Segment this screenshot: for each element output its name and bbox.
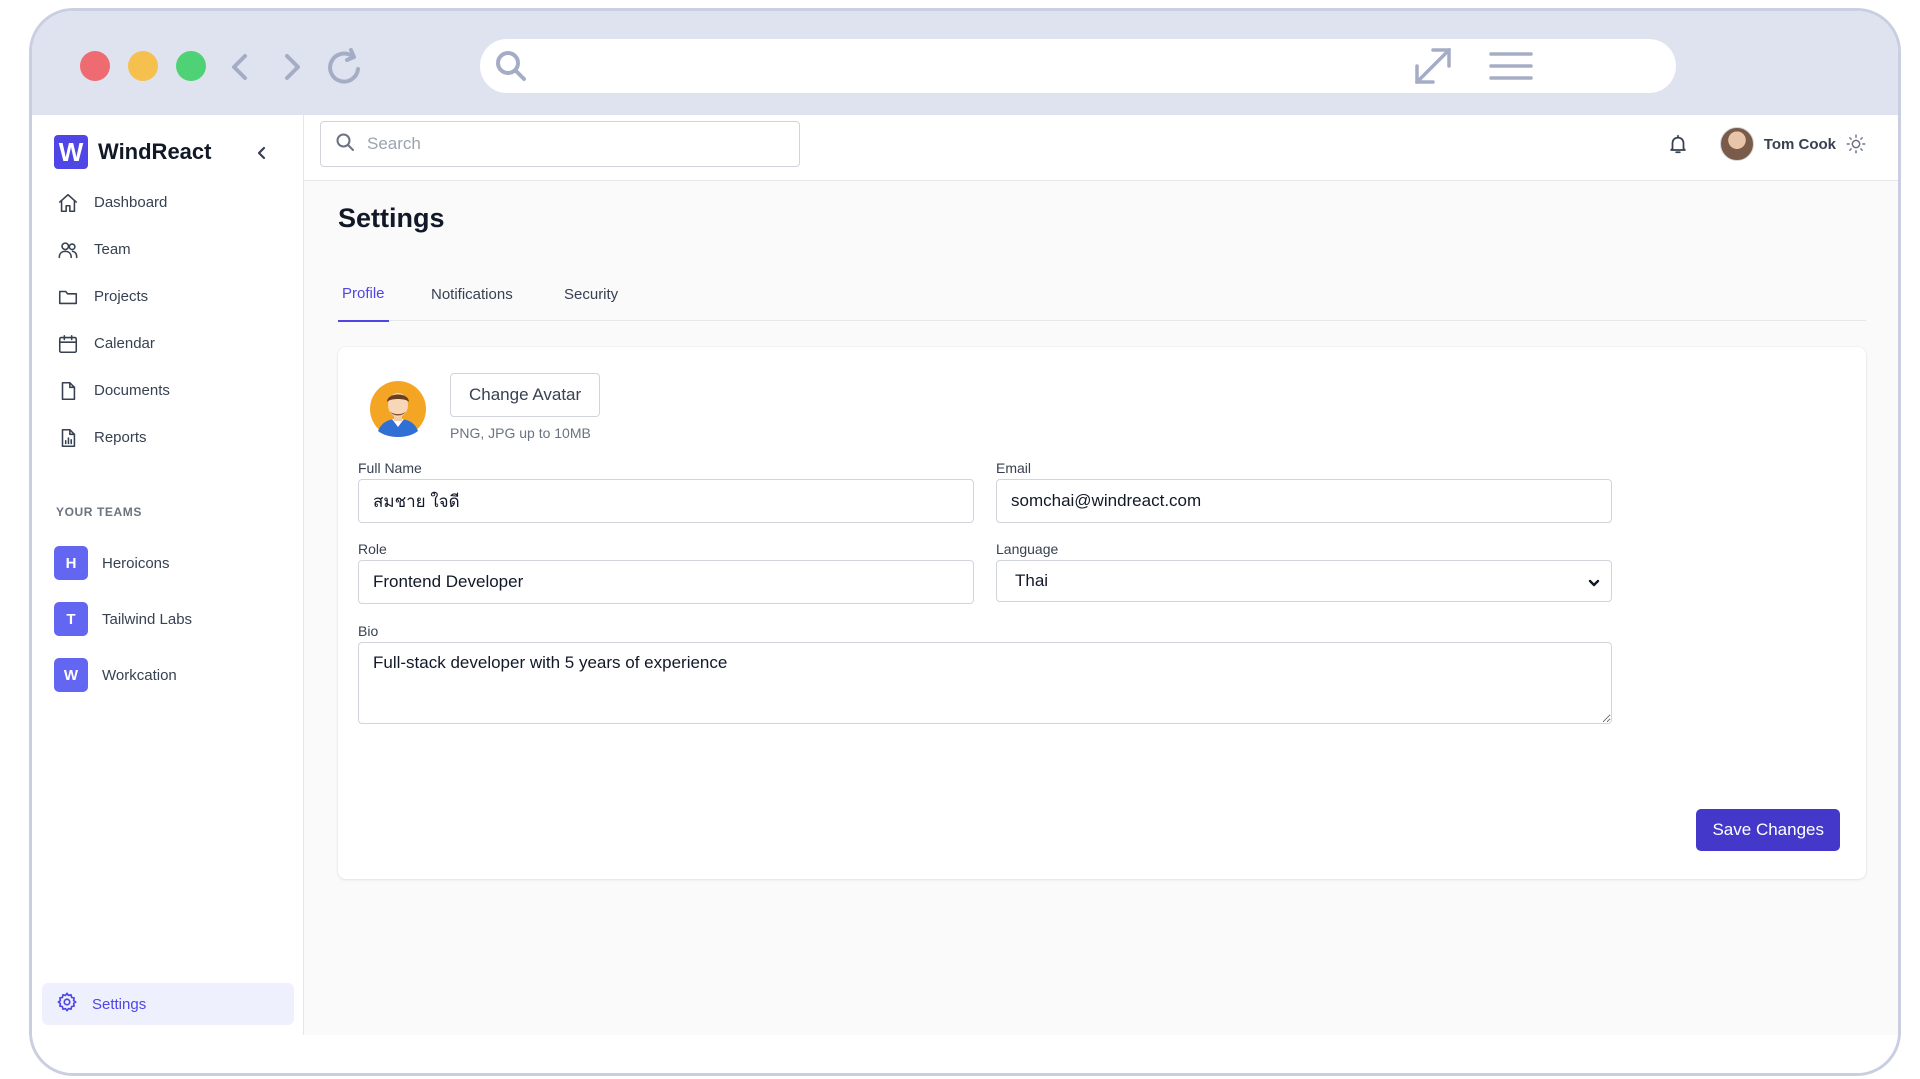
- teams-list: H Heroicons T Tailwind Labs W Workcation: [54, 535, 192, 703]
- back-button[interactable]: [218, 45, 262, 89]
- users-icon: [56, 238, 80, 262]
- folder-icon: [56, 285, 80, 309]
- tab-security[interactable]: Security: [564, 267, 618, 321]
- search-icon: [335, 132, 355, 157]
- reload-button[interactable]: [324, 45, 368, 89]
- team-item-tailwind-labs[interactable]: T Tailwind Labs: [54, 591, 192, 647]
- sidebar-item-label: Reports: [94, 429, 147, 446]
- sidebar-item-reports[interactable]: Reports: [48, 414, 288, 461]
- chevron-left-icon: [232, 54, 247, 80]
- full-name-label: Full Name: [358, 460, 422, 476]
- sidebar-item-projects[interactable]: Projects: [48, 273, 288, 320]
- teams-heading: YOUR TEAMS: [56, 505, 143, 519]
- sidebar-item-label: Calendar: [94, 335, 155, 352]
- team-item-heroicons[interactable]: H Heroicons: [54, 535, 192, 591]
- browser-menu-button[interactable]: [1486, 41, 1536, 91]
- chevron-right-icon: [285, 54, 300, 80]
- sidebar-item-team[interactable]: Team: [48, 226, 288, 273]
- team-name: Workcation: [102, 666, 177, 684]
- avatar-hint: PNG, JPG up to 10MB: [450, 425, 591, 441]
- sidebar: W WindReact Dashboard Team Projects Cale…: [32, 115, 304, 1035]
- brand-name: WindReact: [98, 139, 212, 164]
- search-icon: [494, 49, 528, 88]
- chevron-left-icon: [257, 146, 266, 160]
- gear-icon: [56, 991, 78, 1018]
- role-field[interactable]: [358, 560, 974, 604]
- user-name: Tom Cook: [1763, 135, 1836, 153]
- chevron-down-icon: [1587, 575, 1601, 595]
- user-menu[interactable]: Tom Cook: [1719, 127, 1836, 161]
- sidebar-item-settings[interactable]: Settings: [42, 983, 294, 1025]
- team-badge: T: [54, 602, 88, 636]
- home-icon: [56, 191, 80, 215]
- fullscreen-button[interactable]: [1408, 41, 1458, 91]
- full-name-field[interactable]: [358, 479, 974, 523]
- person-avatar-icon: [370, 381, 426, 437]
- close-window-button[interactable]: [80, 51, 110, 81]
- profile-avatar: [370, 381, 426, 437]
- team-badge: W: [54, 658, 88, 692]
- browser-window: W WindReact Dashboard Team Projects Cale…: [29, 8, 1901, 1076]
- bell-icon: [1670, 134, 1686, 154]
- brand-logo: W: [54, 135, 88, 169]
- sun-icon: [1846, 134, 1866, 154]
- sidebar-item-dashboard[interactable]: Dashboard: [48, 179, 288, 226]
- maximize-window-button[interactable]: [176, 51, 206, 81]
- team-item-workcation[interactable]: W Workcation: [54, 647, 192, 703]
- team-badge: H: [54, 546, 88, 580]
- team-name: Tailwind Labs: [102, 610, 193, 628]
- expand-icon: [1415, 48, 1451, 84]
- email-label: Email: [996, 460, 1032, 476]
- sidebar-item-documents[interactable]: Documents: [48, 367, 288, 414]
- page-title: Settings: [338, 203, 445, 233]
- search-box: [320, 121, 800, 167]
- team-name: Heroicons: [102, 554, 170, 572]
- language-value: Thai: [1015, 571, 1049, 590]
- browser-chrome: [32, 11, 1898, 115]
- email-field[interactable]: [996, 479, 1612, 523]
- sidebar-item-calendar[interactable]: Calendar: [48, 320, 288, 367]
- browser-bottom-edge: [32, 1035, 1898, 1073]
- save-changes-button[interactable]: Save Changes: [1696, 809, 1840, 851]
- tab-notifications[interactable]: Notifications: [431, 267, 513, 321]
- app: W WindReact Dashboard Team Projects Cale…: [32, 115, 1898, 1035]
- reload-icon: [328, 48, 360, 84]
- language-label: Language: [996, 541, 1059, 557]
- chart-document-icon: [56, 426, 80, 450]
- document-icon: [56, 379, 80, 403]
- avatar: [1719, 127, 1754, 161]
- tab-profile[interactable]: Profile: [338, 267, 389, 322]
- profile-card: Change Avatar PNG, JPG up to 10MB Full N…: [338, 347, 1866, 879]
- sidebar-item-label: Settings: [92, 995, 147, 1013]
- language-select[interactable]: Thai: [996, 560, 1612, 602]
- minimize-window-button[interactable]: [128, 51, 158, 81]
- topbar: Tom Cook: [304, 115, 1898, 181]
- bio-label: Bio: [358, 623, 379, 639]
- calendar-icon: [56, 332, 80, 356]
- search-input[interactable]: [367, 134, 767, 154]
- collapse-sidebar-button[interactable]: [250, 141, 274, 165]
- theme-toggle-button[interactable]: [1844, 132, 1868, 156]
- sidebar-nav: Dashboard Team Projects Calendar Documen…: [48, 179, 288, 461]
- bio-textarea[interactable]: Full-stack developer with 5 years of exp…: [358, 642, 1612, 724]
- sidebar-item-label: Team: [94, 241, 131, 258]
- notifications-button[interactable]: [1665, 131, 1691, 157]
- hamburger-icon: [1489, 52, 1533, 80]
- sidebar-item-label: Projects: [94, 288, 149, 305]
- role-label: Role: [358, 541, 387, 557]
- forward-button[interactable]: [270, 45, 314, 89]
- sidebar-item-label: Documents: [94, 382, 170, 399]
- brand[interactable]: W WindReact: [54, 135, 211, 169]
- sidebar-item-label: Dashboard: [94, 194, 168, 211]
- change-avatar-button[interactable]: Change Avatar: [450, 373, 601, 417]
- settings-tabs: Profile Notifications Security: [338, 267, 1866, 322]
